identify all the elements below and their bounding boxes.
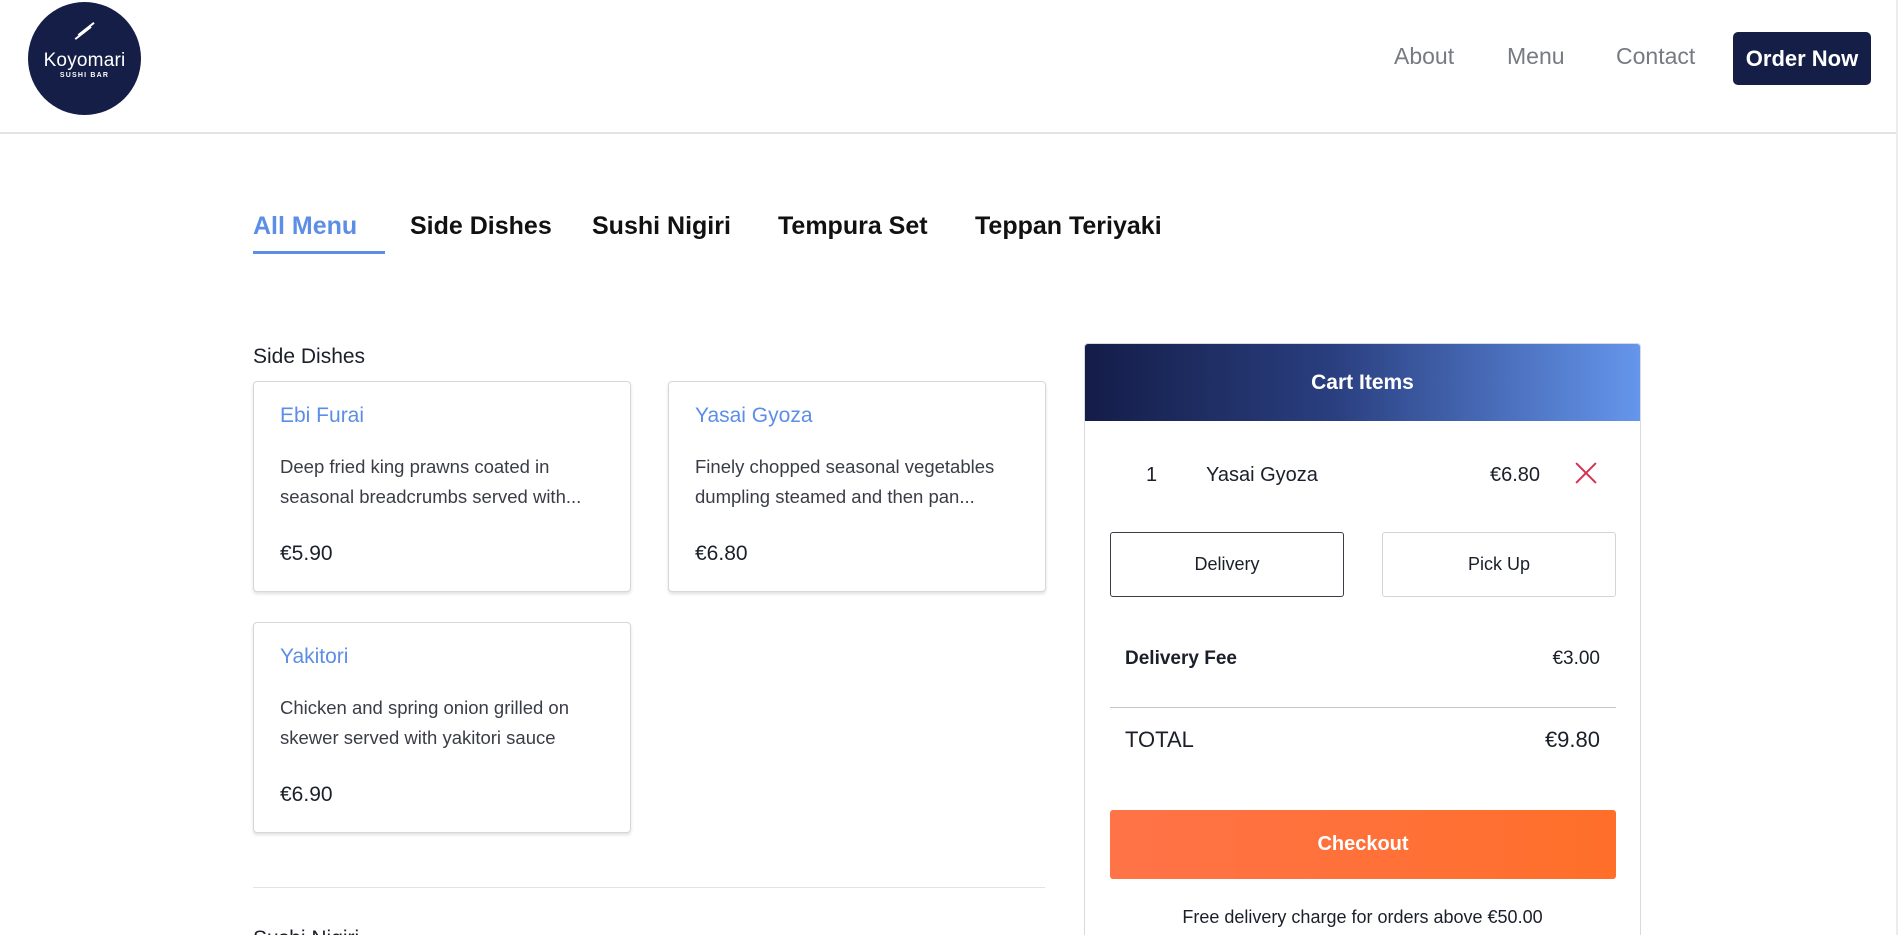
section-divider (253, 887, 1045, 888)
brand-logo[interactable]: Koyomari SUSHI BAR (28, 2, 141, 115)
delivery-fee-value: €3.00 (1552, 648, 1600, 669)
delivery-fee-label: Delivery Fee (1125, 648, 1237, 669)
section-title-side-dishes: Side Dishes (253, 345, 366, 368)
menu-item-price: €6.90 (280, 783, 333, 806)
delivery-option-button[interactable]: Delivery (1110, 532, 1344, 597)
brand-name: Koyomari (43, 50, 126, 71)
chopsticks-icon (74, 22, 96, 42)
nav-menu-link[interactable]: Menu (1507, 43, 1565, 70)
tab-teppan-teriyaki[interactable]: Teppan Teriyaki (975, 212, 1162, 241)
menu-item-card[interactable]: Yasai Gyoza Finely chopped seasonal vege… (668, 381, 1046, 592)
free-delivery-note: Free delivery charge for orders above €5… (1182, 907, 1543, 927)
menu-item-name: Yakitori (280, 645, 349, 668)
remove-item-icon[interactable] (1574, 461, 1598, 485)
nav-about-link[interactable]: About (1394, 43, 1454, 70)
tab-tempura-set[interactable]: Tempura Set (778, 212, 928, 241)
cart-panel: Cart Items 1 Yasai Gyoza €6.80 Delivery … (1084, 343, 1641, 935)
menu-item-description: Finely chopped seasonal vegetables dumpl… (695, 456, 995, 507)
menu-item-description: Deep fried king prawns coated in seasona… (280, 456, 582, 507)
brand-tagline: SUSHI BAR (59, 72, 110, 79)
menu-item-price: €5.90 (280, 542, 333, 565)
pickup-option-button[interactable]: Pick Up (1382, 532, 1616, 597)
tab-sushi-nigiri[interactable]: Sushi Nigiri (592, 212, 731, 241)
total-value: €9.80 (1544, 727, 1600, 752)
menu-item-card[interactable]: Yakitori Chicken and spring onion grille… (253, 622, 631, 833)
menu-item-card[interactable]: Ebi Furai Deep fried king prawns coated … (253, 381, 631, 592)
tab-all-menu[interactable]: All Menu (253, 212, 357, 241)
menu-item-name: Ebi Furai (280, 404, 365, 427)
cart-item-price: €6.80 (1490, 464, 1541, 486)
tab-side-dishes[interactable]: Side Dishes (410, 212, 552, 241)
nav-contact-link[interactable]: Contact (1616, 43, 1695, 70)
cart-divider (1110, 707, 1616, 708)
site-header: Koyomari SUSHI BAR About Menu Contact Or… (0, 0, 1898, 134)
menu-item-description: Chicken and spring onion grilled on skew… (280, 697, 569, 748)
order-now-button[interactable]: Order Now (1733, 32, 1871, 85)
cart-item-qty: 1 (1146, 464, 1158, 486)
cart-title: Cart Items (1085, 344, 1640, 421)
menu-item-name: Yasai Gyoza (695, 404, 813, 427)
checkout-button[interactable]: Checkout (1110, 810, 1616, 879)
total-label: TOTAL (1125, 727, 1194, 752)
section-title-sushi-nigiri: Sushi Nigiri (253, 927, 359, 935)
menu-item-price: €6.80 (695, 542, 748, 565)
cart-item-name: Yasai Gyoza (1206, 464, 1318, 486)
active-tab-indicator (253, 251, 385, 254)
